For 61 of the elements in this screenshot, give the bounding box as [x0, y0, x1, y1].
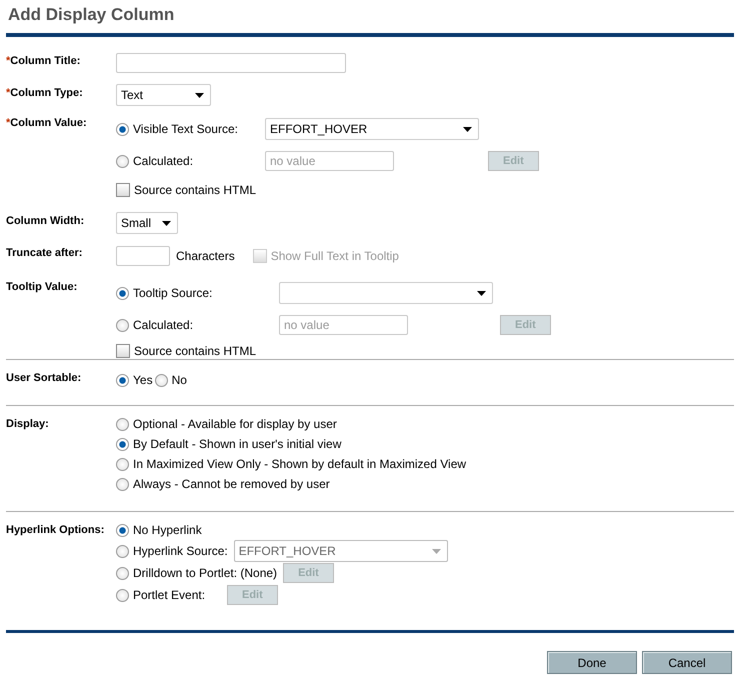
field-label: Column Title: — [10, 54, 80, 67]
required-mark: * — [6, 86, 10, 99]
option-label: No — [172, 373, 187, 387]
option-label: No Hyperlink — [133, 523, 202, 537]
caret-icon — [195, 92, 204, 98]
checkbox[interactable] — [116, 183, 130, 197]
radio-button[interactable] — [116, 418, 129, 430]
calculated-field[interactable]: no value — [265, 151, 394, 171]
field-label: Column Type: — [10, 86, 83, 99]
field-label: User Sortable: — [6, 371, 82, 384]
radio-button[interactable] — [116, 588, 129, 602]
tooltip-source-dropdown[interactable] — [279, 282, 493, 304]
radio-button[interactable] — [116, 438, 129, 450]
field-label: Display: — [6, 417, 49, 430]
option-label: By Default - Shown in user's initial view — [133, 437, 342, 451]
column-width-dropdown[interactable]: Small — [116, 212, 178, 234]
required-mark: * — [6, 54, 10, 67]
option-label: Visible Text Source: — [133, 122, 239, 136]
radio-button[interactable] — [116, 566, 129, 580]
radio-button[interactable] — [116, 318, 129, 332]
option-label: Portlet Event: — [133, 588, 206, 602]
calculated-field[interactable]: no value — [279, 315, 408, 335]
required-mark: * — [6, 116, 10, 129]
radio-button[interactable] — [116, 524, 129, 536]
unit-label: Characters — [176, 249, 235, 263]
caret-icon — [463, 126, 472, 132]
text-source-dropdown[interactable]: EFFORT_HOVER — [265, 118, 479, 140]
caret-icon — [432, 548, 441, 554]
checkbox-label: Show Full Text in Tooltip — [270, 249, 399, 263]
option-label: Drilldown to Portlet: (None) — [133, 566, 278, 580]
option-label: Yes — [133, 373, 153, 387]
option-label: Tooltip Source: — [133, 286, 214, 300]
column-title-field[interactable] — [116, 53, 346, 73]
checkbox[interactable] — [116, 344, 130, 358]
radio-button[interactable] — [116, 154, 129, 168]
truncate-field[interactable] — [116, 246, 170, 266]
option-label: Optional - Available for display by user — [133, 417, 337, 431]
radio-button[interactable] — [116, 458, 129, 470]
caret-icon — [162, 220, 171, 226]
checkbox-label: Source contains HTML — [134, 183, 256, 197]
radio-button[interactable] — [116, 478, 129, 490]
field-label: Hyperlink Options: — [6, 523, 104, 536]
caret-icon — [477, 290, 486, 296]
field-label: Column Width: — [6, 214, 84, 227]
checkbox-label: Source contains HTML — [134, 344, 256, 358]
option-label: In Maximized View Only - Shown by default in Maximized View — [133, 457, 466, 471]
option-label: Hyperlink Source: — [133, 544, 228, 558]
option-label: Calculated: — [133, 318, 194, 332]
radio-button[interactable] — [116, 286, 129, 300]
cancel-button[interactable]: Cancel — [642, 651, 732, 674]
field-label: Tooltip Value: — [6, 280, 78, 293]
radio-button[interactable] — [154, 374, 168, 386]
radio-button[interactable] — [116, 122, 129, 136]
radio-button[interactable] — [116, 374, 129, 386]
page-title: Add Display Column — [7, 4, 176, 26]
option-label: Calculated: — [133, 154, 194, 168]
option-label: Always - Cannot be removed by user — [133, 477, 330, 491]
field-label: Column Value: — [10, 116, 87, 129]
column-type-dropdown[interactable]: Text — [116, 84, 211, 106]
done-button[interactable]: Done — [547, 651, 637, 674]
field-label: Truncate after: — [6, 246, 82, 259]
